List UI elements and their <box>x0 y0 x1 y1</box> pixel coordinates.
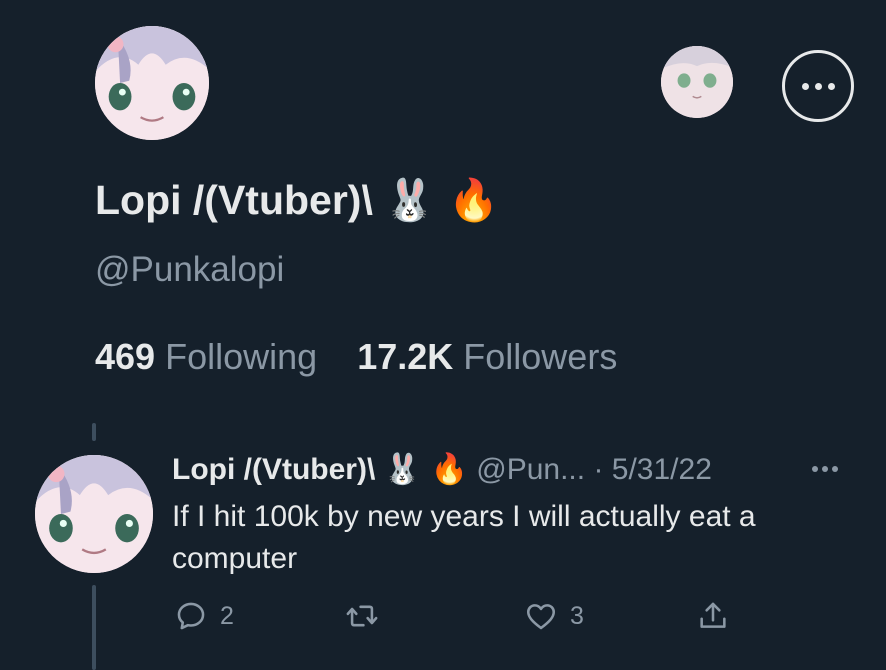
following-count: 469 <box>95 336 156 377</box>
thread-line <box>92 423 96 441</box>
reply-count: 2 <box>220 601 234 630</box>
profile-name-emoji: 🐰 🔥 <box>384 176 500 224</box>
retweet-icon <box>346 605 378 627</box>
followers-label: Followers <box>463 336 618 377</box>
tweet-author-emoji: 🐰 🔥 <box>383 452 468 487</box>
tweet-text: If I hit 100k by new years I will actual… <box>172 500 756 575</box>
current-account-avatar[interactable] <box>661 46 733 118</box>
share-button[interactable] <box>696 599 730 633</box>
thread-line <box>92 585 96 670</box>
tweet-author-handle[interactable]: @Pun... <box>476 453 585 486</box>
following-label: Following <box>165 336 318 377</box>
more-icon <box>812 466 838 472</box>
profile-display-name: Lopi /(Vtuber)\ 🐰 🔥 <box>95 176 499 225</box>
tweet-author-name[interactable]: Lopi /(Vtuber)\ <box>172 453 375 486</box>
reply-button[interactable]: 2 <box>174 599 234 633</box>
heart-icon <box>526 604 556 630</box>
profile-stats: 469 Following 17.2K Followers <box>95 336 617 378</box>
like-button[interactable]: 3 <box>524 599 584 633</box>
more-options-button[interactable] <box>782 50 854 122</box>
reply-icon <box>177 602 205 630</box>
tweet-author-avatar[interactable] <box>35 455 153 573</box>
tweet-more-button[interactable] <box>812 466 838 472</box>
retweet-button[interactable] <box>345 599 379 633</box>
profile-avatar[interactable] <box>95 26 209 140</box>
like-count: 3 <box>570 601 584 630</box>
tweet-meta-separator: · <box>593 453 604 486</box>
profile-handle: @Punkalopi <box>95 250 285 289</box>
followers-count: 17.2K <box>357 336 454 377</box>
following-stat[interactable]: 469 Following <box>95 336 317 377</box>
tweet-header: Lopi /(Vtuber)\ 🐰 🔥 @Pun... · 5/31/22 <box>172 452 712 487</box>
share-icon <box>700 602 726 628</box>
followers-stat[interactable]: 17.2K Followers <box>357 336 617 377</box>
profile-name-text: Lopi /(Vtuber)\ <box>95 177 373 223</box>
tweet-date[interactable]: 5/31/22 <box>612 453 712 486</box>
more-icon <box>801 82 835 90</box>
